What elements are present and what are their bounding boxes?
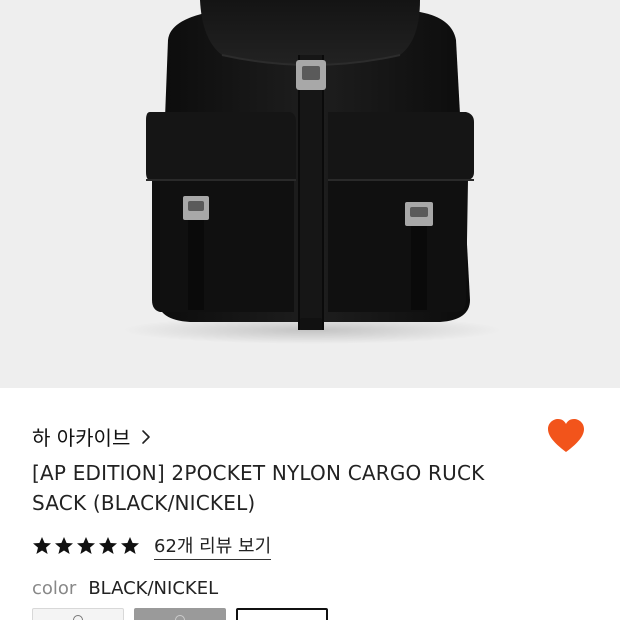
star-icon [55,537,73,554]
chevron-right-icon [142,429,151,444]
rating-row: 62개 리뷰 보기 [32,532,272,560]
star-icon [33,537,51,554]
product-title: [AP EDITION] 2POCKET NYLON CARGO RUCK SA… [32,461,485,515]
star-rating [32,536,140,556]
star-icon [99,537,117,554]
color-value: BLACK/NICKEL [88,578,219,599]
product-info: 하 아카이브 [AP EDITION] 2POCKET NYLON CARGO … [0,388,620,620]
color-option-1[interactable] [32,608,124,620]
color-option-3-selected[interactable] [236,608,328,620]
color-row: color BLACK/NICKEL [32,578,218,599]
color-option-2[interactable] [134,608,226,620]
backpack-photo [122,0,502,344]
star-icon [77,537,95,554]
product-image[interactable] [0,0,620,388]
swatch-thumbnail [73,615,83,620]
star-icon [121,537,139,554]
swatch-thumbnail [175,615,185,620]
heart-icon[interactable] [546,418,586,454]
color-options [32,608,328,620]
brand-name: 하 아카이브 [32,426,131,450]
review-count-link[interactable]: 62개 리뷰 보기 [154,532,272,560]
color-label: color [32,578,77,599]
brand-link[interactable]: 하 아카이브 [32,422,154,451]
